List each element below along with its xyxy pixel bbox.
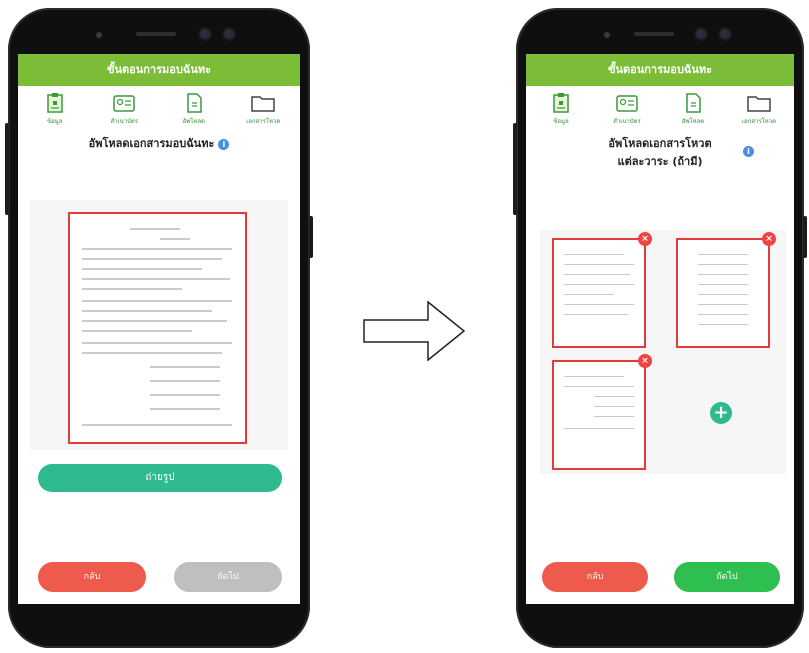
- step-label: ข้อมูล: [553, 118, 569, 125]
- remove-document-button[interactable]: ×: [638, 232, 652, 246]
- step-indicator: ข้อมูล สำเนาบัตร อัพโหลด เอกสารโหวต: [526, 86, 794, 126]
- step-upload[interactable]: อัพโหลด: [159, 92, 229, 126]
- id-card-icon: [113, 95, 135, 112]
- document-icon: [686, 93, 701, 113]
- vote-document-thumbnail[interactable]: ×: [552, 232, 652, 348]
- next-button[interactable]: ถัดไป: [174, 562, 282, 592]
- phone-before: ขั้นตอนการมอบฉันทะ ข้อมูล สำเนาบัตร อัพโ…: [5, 8, 313, 648]
- next-button[interactable]: ถัดไป: [674, 562, 780, 592]
- remove-document-button[interactable]: ×: [638, 354, 652, 368]
- back-button[interactable]: กลับ: [542, 562, 648, 592]
- step-label: อัพโหลด: [182, 118, 205, 125]
- phone-side-button: [803, 216, 807, 258]
- document-icon: [187, 93, 202, 113]
- info-icon[interactable]: i: [743, 146, 754, 157]
- step-label: ข้อมูล: [47, 118, 63, 125]
- step-label: เอกสารโหวต: [246, 118, 281, 125]
- uploaded-document-thumbnail[interactable]: [68, 212, 247, 444]
- screen: ขั้นตอนการมอบฉันทะ ข้อมูล สำเนาบัตร อัพโ…: [18, 54, 300, 604]
- step-info[interactable]: ข้อมูล: [20, 92, 90, 126]
- step-upload[interactable]: อัพโหลด: [660, 92, 726, 126]
- step-indicator: ข้อมูล สำเนาบัตร อัพโหลด เอกสารโหวต: [18, 86, 300, 126]
- screen: ขั้นตอนการมอบฉันทะ ข้อมูล สำเนาบัตร อัพโ…: [526, 54, 794, 604]
- transition-arrow-icon: [363, 300, 466, 362]
- info-icon[interactable]: i: [218, 138, 230, 150]
- step-label: เอกสารโหวต: [742, 118, 776, 125]
- step-vote-documents[interactable]: เอกสารโหวต: [726, 92, 792, 126]
- document-preview-area: [30, 200, 288, 450]
- step-info[interactable]: ข้อมูล: [528, 92, 594, 126]
- earpiece-speaker: [136, 32, 176, 36]
- add-document-icon[interactable]: +: [710, 402, 732, 424]
- back-button[interactable]: กลับ: [38, 562, 146, 592]
- step-vote-documents[interactable]: เอกสารโหวต: [229, 92, 299, 126]
- page-title: อัพโหลดเอกสารมอบฉันทะ i: [18, 134, 300, 152]
- header-title: ขั้นตอนการมอบฉันทะ: [526, 54, 794, 86]
- proximity-sensor: [604, 32, 610, 38]
- vote-document-thumbnail[interactable]: ×: [676, 232, 776, 348]
- vote-document-thumbnail[interactable]: ×: [552, 354, 652, 470]
- id-card-icon: [616, 95, 638, 112]
- folder-icon: [747, 96, 771, 112]
- phone-side-button: [513, 123, 517, 215]
- page-title: อัพโหลดเอกสารโหวต แต่ละวาระ (ถ้ามี) i: [526, 134, 794, 170]
- front-camera-icon: [696, 29, 706, 39]
- phone-side-button: [5, 123, 9, 215]
- header-title: ขั้นตอนการมอบฉันทะ: [18, 54, 300, 86]
- phone-side-button: [309, 216, 313, 258]
- front-camera-icon: [200, 29, 210, 39]
- take-photo-button[interactable]: ถ่ายรูป: [38, 464, 282, 492]
- phone-after: ขั้นตอนการมอบฉันทะ ข้อมูล สำเนาบัตร อัพโ…: [513, 8, 807, 648]
- front-camera-icon: [720, 29, 730, 39]
- proximity-sensor: [96, 32, 102, 38]
- step-label: สำเนาบัตร: [110, 118, 138, 125]
- clipboard-icon: [553, 93, 569, 113]
- step-id-copy[interactable]: สำเนาบัตร: [594, 92, 660, 126]
- clipboard-icon: [47, 93, 63, 113]
- phone-top-bar: [8, 26, 310, 46]
- step-label: อัพโหลด: [681, 118, 705, 125]
- remove-document-button[interactable]: ×: [762, 232, 776, 246]
- phone-top-bar: [516, 26, 804, 46]
- step-id-copy[interactable]: สำเนาบัตร: [90, 92, 160, 126]
- step-label: สำเนาบัตร: [613, 118, 641, 125]
- vote-document-grid: × × × +: [540, 230, 786, 474]
- folder-icon: [251, 96, 275, 112]
- page-title-line: แต่ละวาระ (ถ้ามี): [617, 155, 703, 168]
- earpiece-speaker: [634, 32, 674, 36]
- page-title-text: อัพโหลดเอกสารมอบฉันทะ: [88, 137, 215, 150]
- front-camera-icon: [224, 29, 234, 39]
